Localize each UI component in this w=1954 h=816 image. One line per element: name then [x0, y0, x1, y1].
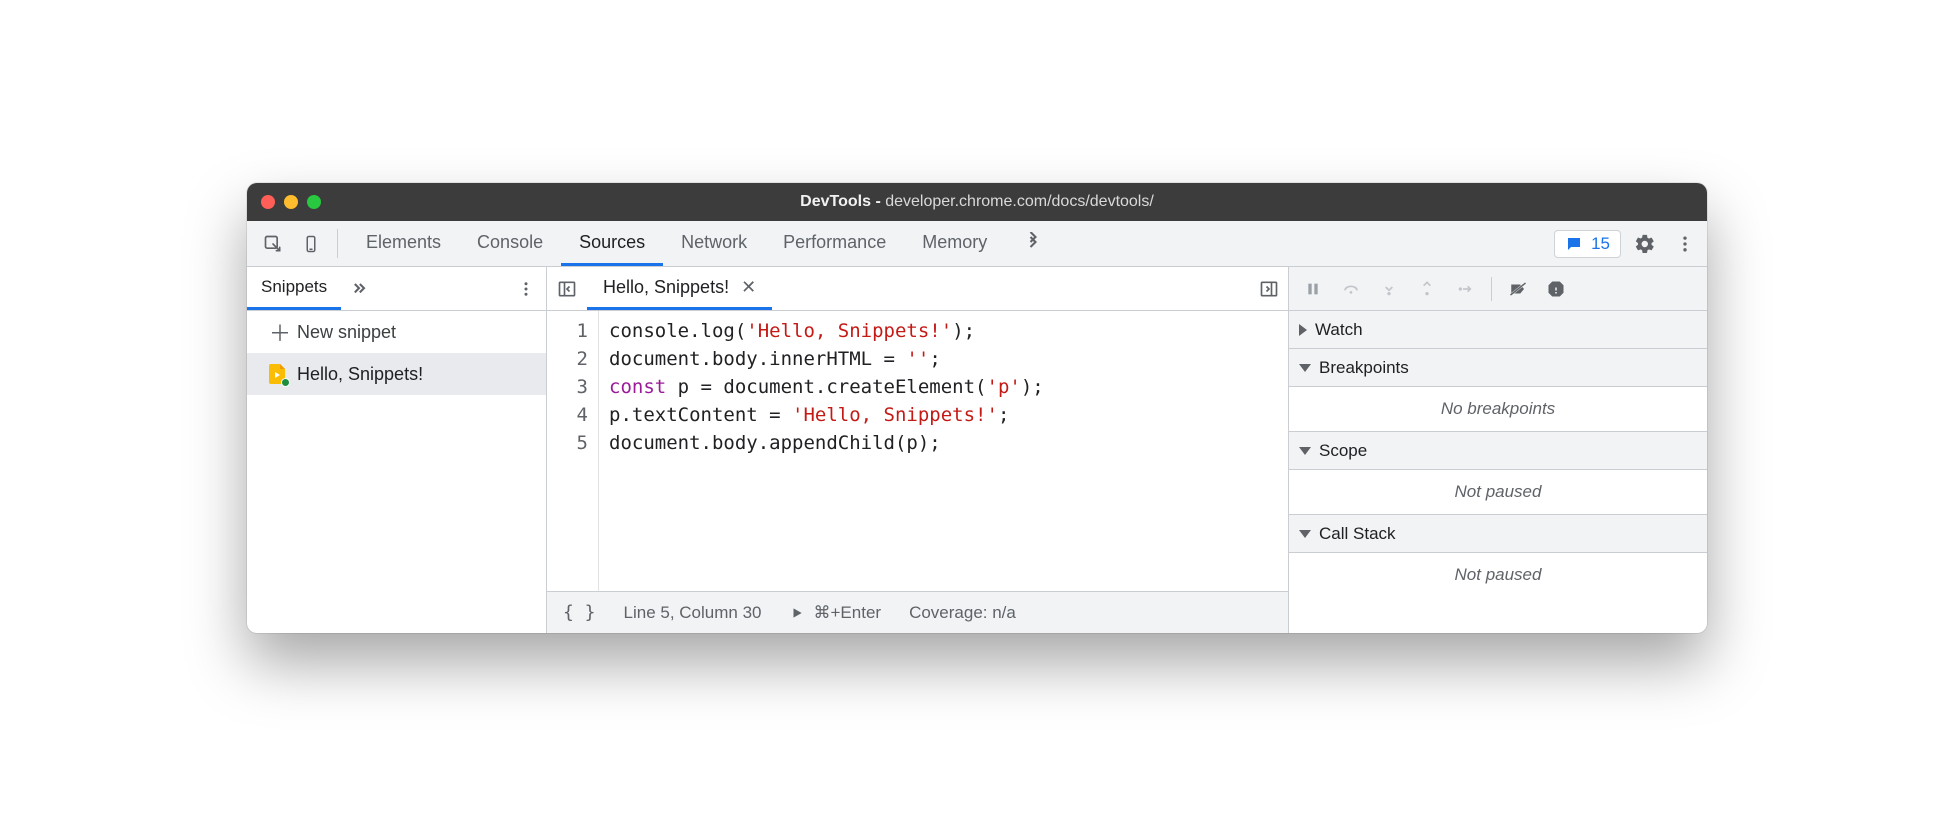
step-over-icon[interactable]	[1335, 273, 1367, 305]
new-snippet-button[interactable]: ＋ New snippet	[247, 311, 546, 353]
inspect-element-icon[interactable]	[257, 228, 289, 260]
plus-icon: ＋	[269, 316, 287, 348]
debugger-pane: Watch Breakpoints No breakpoints Scope N…	[1289, 267, 1707, 633]
breakpoints-section-header[interactable]: Breakpoints	[1289, 349, 1707, 387]
snippets-list: ＋ New snippet Hello, Snippets!	[247, 311, 546, 633]
pretty-print-icon[interactable]: { }	[563, 597, 596, 629]
panels: Snippets ＋ New snippet	[247, 267, 1707, 633]
settings-icon[interactable]	[1629, 228, 1661, 260]
close-tab-icon[interactable]: ✕	[741, 277, 756, 298]
step-into-icon[interactable]	[1373, 273, 1405, 305]
scope-label: Scope	[1319, 441, 1367, 461]
navigator-tabs: Snippets	[247, 267, 546, 311]
navigator-more-tabs[interactable]	[349, 267, 369, 310]
collapse-icon	[1299, 530, 1311, 538]
scope-section-header[interactable]: Scope	[1289, 432, 1707, 470]
unsaved-indicator-icon	[281, 378, 290, 387]
line-gutter: 12345	[547, 311, 599, 591]
code-content: console.log('Hello, Snippets!'); documen…	[599, 311, 1288, 591]
show-navigator-icon[interactable]	[547, 267, 587, 310]
watch-label: Watch	[1315, 320, 1363, 340]
snippet-file-icon	[269, 364, 287, 384]
expand-icon	[1299, 324, 1307, 336]
breakpoints-body: No breakpoints	[1289, 387, 1707, 432]
tab-console[interactable]: Console	[459, 221, 561, 266]
collapse-icon	[1299, 364, 1311, 372]
scope-body: Not paused	[1289, 470, 1707, 515]
titlebar: DevTools - developer.chrome.com/docs/dev…	[247, 183, 1707, 221]
panel-tabs: Elements Console Sources Network Perform…	[348, 221, 1061, 266]
step-out-icon[interactable]	[1411, 273, 1443, 305]
tab-network[interactable]: Network	[663, 221, 765, 266]
editor-tab[interactable]: Hello, Snippets! ✕	[587, 267, 772, 310]
issues-badge[interactable]: 15	[1554, 230, 1621, 258]
callstack-section-header[interactable]: Call Stack	[1289, 515, 1707, 553]
kebab-menu-icon[interactable]	[1669, 228, 1701, 260]
callstack-body: Not paused	[1289, 553, 1707, 597]
show-debugger-icon[interactable]	[1258, 267, 1288, 310]
new-snippet-label: New snippet	[297, 322, 396, 343]
navigator-tab-snippets[interactable]: Snippets	[247, 267, 341, 310]
editor-pane: Hello, Snippets! ✕ 12345 console.log('He…	[547, 267, 1289, 633]
code-editor[interactable]: 12345 console.log('Hello, Snippets!'); d…	[547, 311, 1288, 591]
run-shortcut: ⌘+Enter	[814, 603, 882, 623]
close-window-button[interactable]	[261, 195, 275, 209]
tab-performance[interactable]: Performance	[765, 221, 904, 266]
play-icon	[790, 606, 804, 620]
devtools-window: DevTools - developer.chrome.com/docs/dev…	[247, 183, 1707, 633]
window-title-url: developer.chrome.com/docs/devtools/	[885, 193, 1154, 210]
debugger-toolbar-separator	[1491, 277, 1492, 301]
coverage-status: Coverage: n/a	[909, 603, 1016, 623]
editor-tab-label: Hello, Snippets!	[603, 277, 729, 298]
tab-sources[interactable]: Sources	[561, 221, 663, 266]
pause-icon[interactable]	[1297, 273, 1329, 305]
snippet-item-label: Hello, Snippets!	[297, 364, 423, 385]
callstack-label: Call Stack	[1319, 524, 1396, 544]
issues-count: 15	[1591, 234, 1610, 254]
message-icon	[1565, 235, 1583, 253]
tab-memory[interactable]: Memory	[904, 221, 1005, 266]
toolbar-separator	[337, 229, 338, 258]
watch-section-header[interactable]: Watch	[1289, 311, 1707, 349]
window-title: DevTools - developer.chrome.com/docs/dev…	[247, 193, 1707, 211]
collapse-icon	[1299, 447, 1311, 455]
main-toolbar: Elements Console Sources Network Perform…	[247, 221, 1707, 267]
deactivate-breakpoints-icon[interactable]	[1502, 273, 1534, 305]
editor-tabs: Hello, Snippets! ✕	[547, 267, 1288, 311]
editor-statusbar: { } Line 5, Column 30 ⌘+Enter Coverage: …	[547, 591, 1288, 633]
debugger-toolbar	[1289, 267, 1707, 311]
tab-elements[interactable]: Elements	[348, 221, 459, 266]
breakpoints-label: Breakpoints	[1319, 358, 1409, 378]
run-snippet-button[interactable]: ⌘+Enter	[790, 603, 882, 623]
more-tabs-button[interactable]	[1005, 221, 1061, 266]
step-icon[interactable]	[1449, 273, 1481, 305]
pause-on-exceptions-icon[interactable]	[1540, 273, 1572, 305]
navigator-sidebar: Snippets ＋ New snippet	[247, 267, 547, 633]
snippet-item[interactable]: Hello, Snippets!	[247, 353, 546, 395]
navigator-kebab-icon[interactable]	[510, 267, 542, 310]
window-title-prefix: DevTools -	[800, 193, 885, 210]
device-toolbar-icon[interactable]	[295, 228, 327, 260]
maximize-window-button[interactable]	[307, 195, 321, 209]
traffic-lights	[261, 195, 321, 209]
minimize-window-button[interactable]	[284, 195, 298, 209]
cursor-position: Line 5, Column 30	[624, 603, 762, 623]
